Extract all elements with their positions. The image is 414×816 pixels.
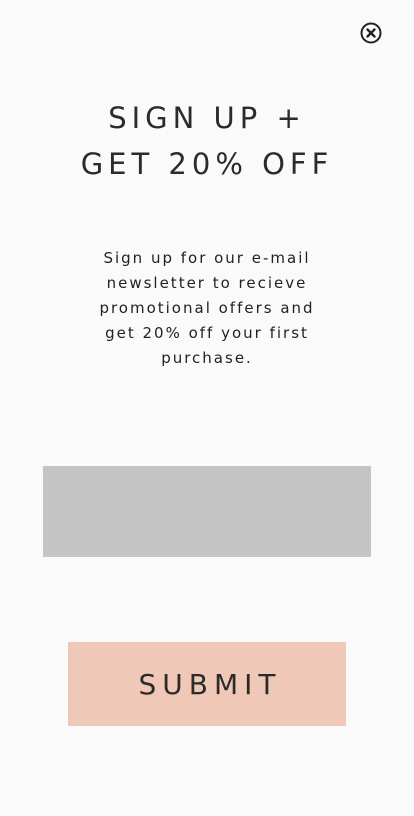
signup-title: SIGN UP + GET 20% OFF — [0, 95, 414, 187]
title-line: SIGN UP + — [108, 101, 306, 135]
close-circle-icon — [360, 22, 382, 44]
description-line: purchase. — [161, 349, 253, 367]
email-input[interactable] — [43, 466, 371, 557]
signup-description: Sign up for our e-mail newsletter to rec… — [77, 246, 337, 371]
description-line: get 20% off your first — [105, 324, 309, 342]
description-line: Sign up for our e-mail — [103, 249, 311, 267]
description-line: promotional offers and — [99, 299, 315, 317]
title-line: GET 20% OFF — [80, 147, 334, 181]
submit-button[interactable]: SUBMIT — [68, 642, 346, 726]
close-button[interactable] — [360, 22, 382, 44]
description-line: newsletter to recieve — [106, 274, 308, 292]
